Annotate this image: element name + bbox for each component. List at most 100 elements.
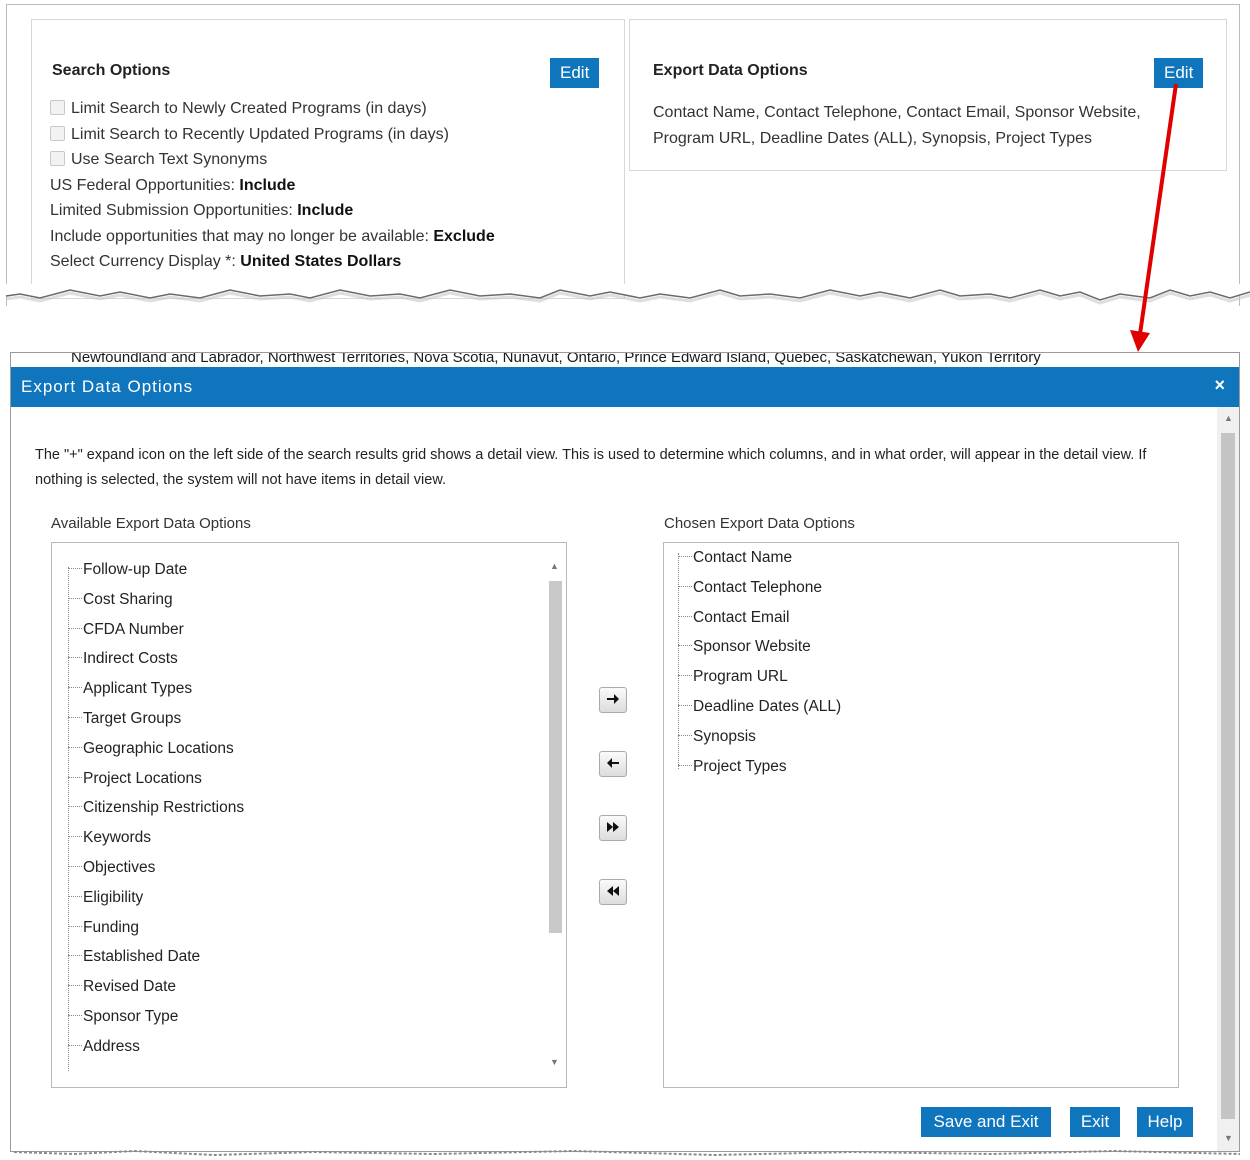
list-item[interactable]: Address xyxy=(68,1038,140,1056)
list-item-label: Target Groups xyxy=(83,710,182,727)
list-item[interactable]: Indirect Costs xyxy=(68,650,178,668)
add-selected-button[interactable] xyxy=(599,687,627,713)
add-all-button[interactable] xyxy=(599,815,627,841)
chosen-options-list[interactable]: Contact Name Contact Telephone Contact Ema… xyxy=(663,542,1179,1088)
list-item-label: Revised Date xyxy=(83,978,177,996)
setting-value: Exclude xyxy=(433,228,495,245)
list-item[interactable]: Synopsis xyxy=(678,728,756,746)
tree-connector xyxy=(68,836,82,838)
list-item-label: Synopsis xyxy=(693,727,756,745)
list-item[interactable]: Geographic Locations xyxy=(68,740,234,758)
recently-updated-option[interactable]: Limit Search to Recently Updated Program… xyxy=(50,126,449,144)
list-item[interactable]: Keywords xyxy=(68,829,151,847)
tree-connector xyxy=(68,627,82,629)
list-item[interactable]: Eligibility xyxy=(68,889,143,907)
checkbox-label: Limit Search to Newly Created Programs (… xyxy=(71,100,427,117)
dialog-scrollbar[interactable]: ▲ ▼ xyxy=(1217,407,1239,1151)
tree-connector xyxy=(678,764,692,766)
scroll-down-icon[interactable]: ▼ xyxy=(550,1057,559,1067)
tree-connector xyxy=(678,645,692,647)
list-item[interactable]: Citizenship Restrictions xyxy=(68,799,244,817)
list-item[interactable]: Cost Sharing xyxy=(68,591,173,609)
checkbox[interactable] xyxy=(50,100,65,115)
list-item[interactable]: Program URL xyxy=(678,668,788,686)
double-arrow-left-icon xyxy=(607,886,619,896)
checkbox-label: Use Search Text Synonyms xyxy=(71,151,268,168)
save-and-exit-button[interactable]: Save and Exit xyxy=(921,1107,1051,1137)
list-item-label: Keywords xyxy=(83,829,152,847)
tree-connector xyxy=(68,657,82,659)
list-item-label: Project Types xyxy=(693,757,787,775)
list-item[interactable]: Follow-up Date xyxy=(68,561,187,579)
list-item-label: Contact Name xyxy=(693,549,793,566)
synonyms-option[interactable]: Use Search Text Synonyms xyxy=(50,151,267,169)
close-icon[interactable]: × xyxy=(1214,375,1225,396)
list-item-label: Address xyxy=(83,1037,140,1055)
list-item[interactable]: Contact Name xyxy=(678,549,792,567)
list-item-label: Established Date xyxy=(83,948,201,966)
tree-connector xyxy=(68,746,82,748)
list-item[interactable]: Applicant Types xyxy=(68,680,192,698)
scroll-down-icon[interactable]: ▼ xyxy=(1224,1133,1233,1143)
available-list-label: Available Export Data Options xyxy=(51,515,251,532)
list-item[interactable]: Funding xyxy=(68,919,139,937)
list-item[interactable]: Sponsor Type xyxy=(68,1008,178,1026)
double-arrow-right-icon xyxy=(607,822,619,832)
tree-connector xyxy=(68,1015,82,1016)
tree-connector xyxy=(678,556,692,557)
checkbox[interactable] xyxy=(50,151,65,166)
dialog-header: Export Data Options × xyxy=(11,367,1239,407)
currency-setting: Select Currency Display *: United States… xyxy=(50,253,401,271)
federal-setting: US Federal Opportunities: Include xyxy=(50,177,295,195)
background-provinces-text: Newfoundland and Labrador, Northwest Ter… xyxy=(71,352,1041,366)
remove-selected-button[interactable] xyxy=(599,751,627,777)
list-item[interactable]: Sponsor Website xyxy=(678,638,811,656)
remove-all-button[interactable] xyxy=(599,879,627,905)
list-item[interactable]: Target Groups xyxy=(68,710,181,728)
export-options-edit-button[interactable]: Edit xyxy=(1154,58,1204,88)
scrollbar-thumb[interactable] xyxy=(549,581,562,933)
list-item-label: Indirect Costs xyxy=(83,650,178,668)
search-options-edit-button[interactable]: Edit xyxy=(550,58,600,88)
scroll-up-icon[interactable]: ▲ xyxy=(1224,413,1233,423)
chosen-list-label: Chosen Export Data Options xyxy=(664,515,855,532)
list-item-label: Follow-up Date xyxy=(83,561,188,578)
list-item[interactable]: Project Types xyxy=(678,758,787,776)
tree-connector xyxy=(678,705,692,706)
list-item-label: Funding xyxy=(83,918,140,936)
list-item[interactable]: Contact Telephone xyxy=(678,579,822,597)
tree-connector xyxy=(678,675,692,677)
list-item[interactable]: Project Locations xyxy=(68,770,202,788)
scrollbar-thumb[interactable] xyxy=(1221,433,1235,1119)
torn-edge-decoration xyxy=(0,284,1250,305)
setting-value: United States Dollars xyxy=(240,253,402,270)
dialog-title: Export Data Options xyxy=(21,377,194,396)
tree-connector xyxy=(68,955,82,957)
scroll-up-icon[interactable]: ▲ xyxy=(550,561,559,571)
list-item[interactable]: Established Date xyxy=(68,948,200,966)
list-item[interactable]: CFDA Number xyxy=(68,621,184,639)
list-item-label: Program URL xyxy=(693,668,788,686)
list-item-label: Citizenship Restrictions xyxy=(83,799,245,817)
tree-connector xyxy=(678,585,692,587)
list-item[interactable]: Contact Email xyxy=(678,609,789,627)
tree-connector xyxy=(68,806,82,808)
exit-button[interactable]: Exit xyxy=(1070,1107,1120,1137)
tree-connector xyxy=(68,925,82,927)
tree-connector xyxy=(678,615,692,617)
available-options-list[interactable]: Follow-up Date Cost Sharing CFDA Number Ind… xyxy=(51,542,567,1088)
newly-created-option[interactable]: Limit Search to Newly Created Programs (… xyxy=(50,100,427,118)
arrow-left-icon xyxy=(607,758,619,768)
list-item[interactable]: Revised Date xyxy=(68,978,176,996)
checkbox[interactable] xyxy=(50,126,65,141)
help-button[interactable]: Help xyxy=(1137,1107,1193,1137)
tree-connector xyxy=(68,1044,82,1046)
checkbox-label: Limit Search to Recently Updated Program… xyxy=(71,126,449,143)
list-item-label: Geographic Locations xyxy=(83,739,234,757)
list-item-label: Eligibility xyxy=(83,888,144,906)
setting-label: US Federal Opportunities: xyxy=(50,177,240,194)
available-list-scrollbar[interactable]: ▲ ▼ xyxy=(546,555,564,1075)
list-item[interactable]: Objectives xyxy=(68,859,155,877)
list-item[interactable]: Deadline Dates (ALL) xyxy=(678,698,841,716)
list-item-label: Contact Email xyxy=(693,608,790,626)
